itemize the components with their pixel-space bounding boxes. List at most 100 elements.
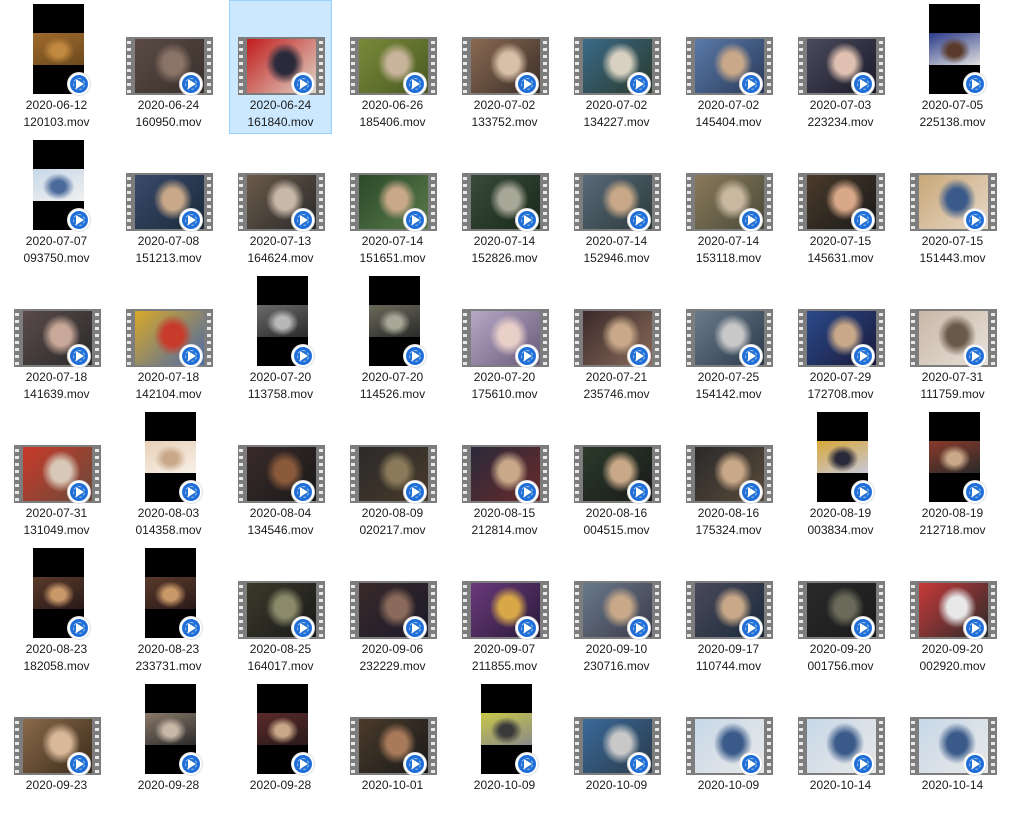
file-item[interactable]: 2020-07-15 151443.mov (901, 136, 1004, 270)
file-thumbnail (6, 137, 109, 233)
file-item[interactable]: 2020-09-17 110744.mov (677, 544, 780, 678)
file-item[interactable]: 2020-07-08 151213.mov (117, 136, 220, 270)
file-item[interactable]: 2020-09-07 211855.mov (453, 544, 556, 678)
file-item[interactable]: 2020-10-14 (901, 680, 1004, 814)
file-name-date: 2020-07-25 (697, 370, 760, 384)
file-thumbnail (342, 1, 445, 97)
file-item[interactable]: 2020-08-04 134546.mov (229, 408, 332, 542)
file-item[interactable]: 2020-07-20 175610.mov (453, 272, 556, 406)
file-item[interactable]: 2020-07-18 142104.mov (117, 272, 220, 406)
file-name: 2020-09-20 002920.mov (902, 641, 1003, 675)
file-item[interactable]: 2020-09-20 002920.mov (901, 544, 1004, 678)
file-item[interactable]: 2020-07-14 152826.mov (453, 136, 556, 270)
file-name-date: 2020-07-20 (249, 370, 312, 384)
file-item[interactable]: 2020-10-09 (677, 680, 780, 814)
file-name: 2020-09-20 001756.mov (790, 641, 891, 675)
file-item[interactable]: 2020-08-25 164017.mov (229, 544, 332, 678)
file-item[interactable]: 2020-09-28 (117, 680, 220, 814)
file-name-date: 2020-07-03 (809, 98, 872, 112)
file-name: 2020-09-07 211855.mov (454, 641, 555, 675)
file-item[interactable]: 2020-08-16 175324.mov (677, 408, 780, 542)
file-name-time: 145631.mov (807, 251, 874, 265)
file-item[interactable]: 2020-07-02 133752.mov (453, 0, 556, 134)
file-name-date: 2020-08-15 (473, 506, 536, 520)
file-name-time: 151443.mov (919, 251, 986, 265)
file-item[interactable]: 2020-07-20 114526.mov (341, 272, 444, 406)
file-item[interactable]: 2020-07-31 111759.mov (901, 272, 1004, 406)
file-item[interactable]: 2020-06-26 185406.mov (341, 0, 444, 134)
media-player-icon (292, 73, 314, 95)
file-name: 2020-07-18 142104.mov (118, 369, 219, 403)
file-name: 2020-07-29 172708.mov (790, 369, 891, 403)
file-item[interactable]: 2020-07-05 225138.mov (901, 0, 1004, 134)
file-name-time: 211855.mov (471, 659, 538, 673)
file-name-date: 2020-09-07 (473, 642, 536, 656)
file-name-time: 134546.mov (247, 523, 314, 537)
file-name-time: 110744.mov (695, 659, 762, 673)
file-item[interactable]: 2020-07-02 134227.mov (565, 0, 668, 134)
file-thumbnail (566, 681, 669, 777)
file-item[interactable]: 2020-09-23 (5, 680, 108, 814)
file-thumbnail (902, 545, 1005, 641)
file-item[interactable]: 2020-10-09 (453, 680, 556, 814)
file-name: 2020-09-06 232229.mov (342, 641, 443, 675)
file-item[interactable]: 2020-07-29 172708.mov (789, 272, 892, 406)
file-item[interactable]: 2020-07-14 151651.mov (341, 136, 444, 270)
file-item[interactable]: 2020-06-12 120103.mov (5, 0, 108, 134)
media-player-icon (180, 345, 202, 367)
file-item[interactable]: 2020-08-16 004515.mov (565, 408, 668, 542)
file-name: 2020-09-28 (230, 777, 331, 794)
file-item[interactable]: 2020-07-25 154142.mov (677, 272, 780, 406)
file-name: 2020-08-25 164017.mov (230, 641, 331, 675)
file-item[interactable]: 2020-10-09 (565, 680, 668, 814)
file-item[interactable]: 2020-09-28 (229, 680, 332, 814)
file-item[interactable]: 2020-08-03 014358.mov (117, 408, 220, 542)
media-player-icon (292, 753, 314, 775)
file-item[interactable]: 2020-09-06 232229.mov (341, 544, 444, 678)
file-item[interactable]: 2020-06-24 160950.mov (117, 0, 220, 134)
file-name-date: 2020-09-28 (249, 778, 312, 792)
file-item[interactable]: 2020-07-13 164624.mov (229, 136, 332, 270)
file-item[interactable]: 2020-09-10 230716.mov (565, 544, 668, 678)
file-name-time: 113758.mov (247, 387, 314, 401)
file-item[interactable]: 2020-08-19 212718.mov (901, 408, 1004, 542)
file-item[interactable]: 2020-08-15 212814.mov (453, 408, 556, 542)
file-name-date: 2020-09-20 (809, 642, 872, 656)
file-thumbnail (790, 273, 893, 369)
file-item[interactable]: 2020-07-07 093750.mov (5, 136, 108, 270)
media-player-icon (68, 481, 90, 503)
file-item[interactable]: 2020-07-15 145631.mov (789, 136, 892, 270)
file-item[interactable]: 2020-07-18 141639.mov (5, 272, 108, 406)
media-player-icon (516, 753, 538, 775)
file-item[interactable]: 2020-09-20 001756.mov (789, 544, 892, 678)
file-item[interactable]: 2020-07-20 113758.mov (229, 272, 332, 406)
file-item[interactable]: 2020-07-02 145404.mov (677, 0, 780, 134)
file-item[interactable]: 2020-07-03 223234.mov (789, 0, 892, 134)
media-player-icon (180, 209, 202, 231)
file-item[interactable]: 2020-08-19 003834.mov (789, 408, 892, 542)
file-item[interactable]: 2020-07-21 235746.mov (565, 272, 668, 406)
file-item[interactable]: 2020-10-01 (341, 680, 444, 814)
file-name-date: 2020-10-01 (361, 778, 424, 792)
file-item[interactable]: 2020-07-14 152946.mov (565, 136, 668, 270)
file-thumbnail (118, 545, 221, 641)
file-thumbnail (678, 137, 781, 233)
file-item[interactable]: 2020-06-24 161840.mov (229, 0, 332, 134)
media-player-icon (852, 617, 874, 639)
file-name-time: 003834.mov (807, 523, 874, 537)
file-item[interactable]: 2020-08-09 020217.mov (341, 408, 444, 542)
file-name-time: 093750.mov (23, 251, 90, 265)
file-item[interactable]: 2020-07-14 153118.mov (677, 136, 780, 270)
file-item[interactable]: 2020-08-23 182058.mov (5, 544, 108, 678)
file-thumbnail (454, 545, 557, 641)
file-thumbnail (342, 545, 445, 641)
file-item[interactable]: 2020-10-14 (789, 680, 892, 814)
file-item[interactable]: 2020-08-23 233731.mov (117, 544, 220, 678)
file-name-date: 2020-09-17 (697, 642, 760, 656)
file-name-date: 2020-07-21 (585, 370, 648, 384)
file-name-date: 2020-08-19 (921, 506, 984, 520)
file-item[interactable]: 2020-07-31 131049.mov (5, 408, 108, 542)
file-name: 2020-07-03 223234.mov (790, 97, 891, 131)
file-name: 2020-06-12 120103.mov (6, 97, 107, 131)
file-thumbnail (902, 1, 1005, 97)
